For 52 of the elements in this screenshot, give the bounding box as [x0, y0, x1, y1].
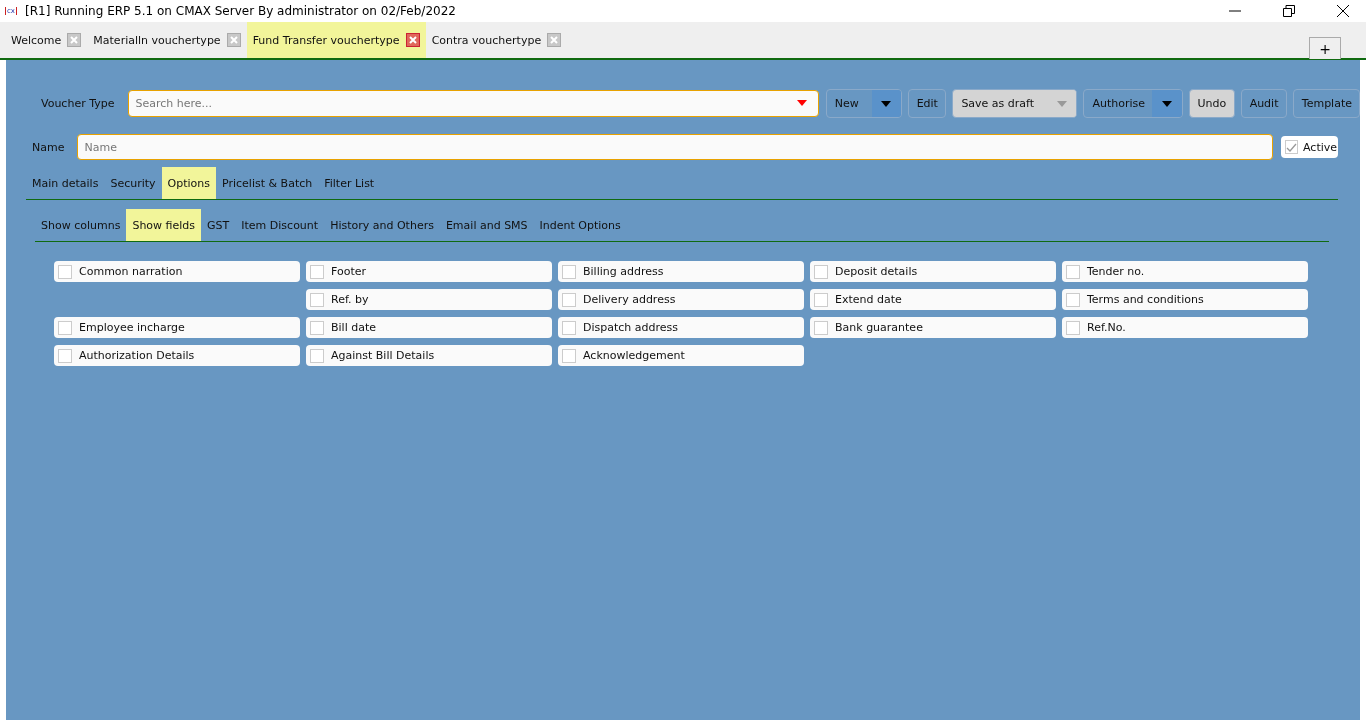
field-option[interactable]: Ref. by [306, 289, 552, 310]
toolbar-button[interactable]: Edit [907, 89, 947, 118]
caret-icon [1161, 100, 1172, 107]
field-option[interactable]: Tender no. [1062, 261, 1308, 282]
caret-icon [796, 100, 807, 106]
field-option[interactable]: Acknowledgement [558, 345, 804, 366]
tab[interactable]: GST [201, 209, 236, 241]
field-option[interactable]: Bill date [306, 317, 552, 338]
field-label: Name [32, 140, 65, 154]
field-option[interactable]: Terms and conditions [1062, 289, 1308, 310]
field-label: Voucher Type [41, 97, 115, 110]
add-tab-button[interactable]: + [1309, 37, 1341, 59]
tab[interactable]: Main details [26, 167, 105, 199]
field-option[interactable]: Employee incharge [54, 317, 300, 338]
document-tab[interactable]: Contra vouchertype [425, 22, 568, 58]
field-option[interactable]: Dispatch address [558, 317, 804, 338]
field-option[interactable]: Extend date [810, 289, 1056, 310]
tab[interactable]: Show columns [35, 209, 127, 241]
tab[interactable]: Item Discount [235, 209, 325, 241]
toolbar-button[interactable]: Undo [1188, 89, 1235, 118]
field-option[interactable]: Billing address [558, 261, 804, 282]
field-option[interactable]: Deposit details [810, 261, 1056, 282]
name-field[interactable]: Name [77, 134, 1273, 160]
tab[interactable]: Indent Options [533, 209, 627, 241]
tab[interactable]: Filter List [318, 167, 381, 199]
toolbar-button[interactable]: Audit [1240, 89, 1287, 118]
field-option[interactable]: Ref.No. [1062, 317, 1308, 338]
tab[interactable]: Options [161, 167, 217, 199]
toolbar-button[interactable]: Template [1292, 89, 1360, 118]
toolbar-button[interactable]: New [825, 89, 902, 118]
field-option[interactable]: Authorization Details [54, 345, 300, 366]
field-option[interactable]: Against Bill Details [306, 345, 552, 366]
tab[interactable]: Security [104, 167, 162, 199]
field-option[interactable]: Delivery address [558, 289, 804, 310]
field-option[interactable]: Common narration [54, 261, 300, 282]
field-option[interactable]: Bank guarantee [810, 317, 1056, 338]
caret-icon [881, 100, 892, 107]
check-icon [1286, 141, 1297, 153]
document-tab[interactable]: Materialln vouchertype [87, 22, 247, 58]
field-option[interactable]: Footer [306, 261, 552, 282]
document-tab[interactable]: Welcome [5, 22, 88, 58]
document-tab[interactable]: Fund Transfer vouchertype [246, 22, 426, 58]
tab[interactable]: Email and SMS [439, 209, 534, 241]
search-field[interactable]: Search here... [128, 90, 819, 117]
tab[interactable]: Show fields [126, 209, 202, 241]
window-title: [R1] Running ERP 5.1 on CMAX Server By administrator on 02/Feb/2022 [25, 4, 457, 18]
tab[interactable]: History and Others [324, 209, 440, 241]
tab[interactable]: Pricelist & Batch [216, 167, 319, 199]
caret-icon [1057, 100, 1068, 107]
toolbar-button[interactable]: Save as draft [952, 89, 1078, 118]
active-checkbox[interactable]: Active [1281, 136, 1338, 158]
toolbar-button[interactable]: Authorise [1083, 89, 1183, 118]
